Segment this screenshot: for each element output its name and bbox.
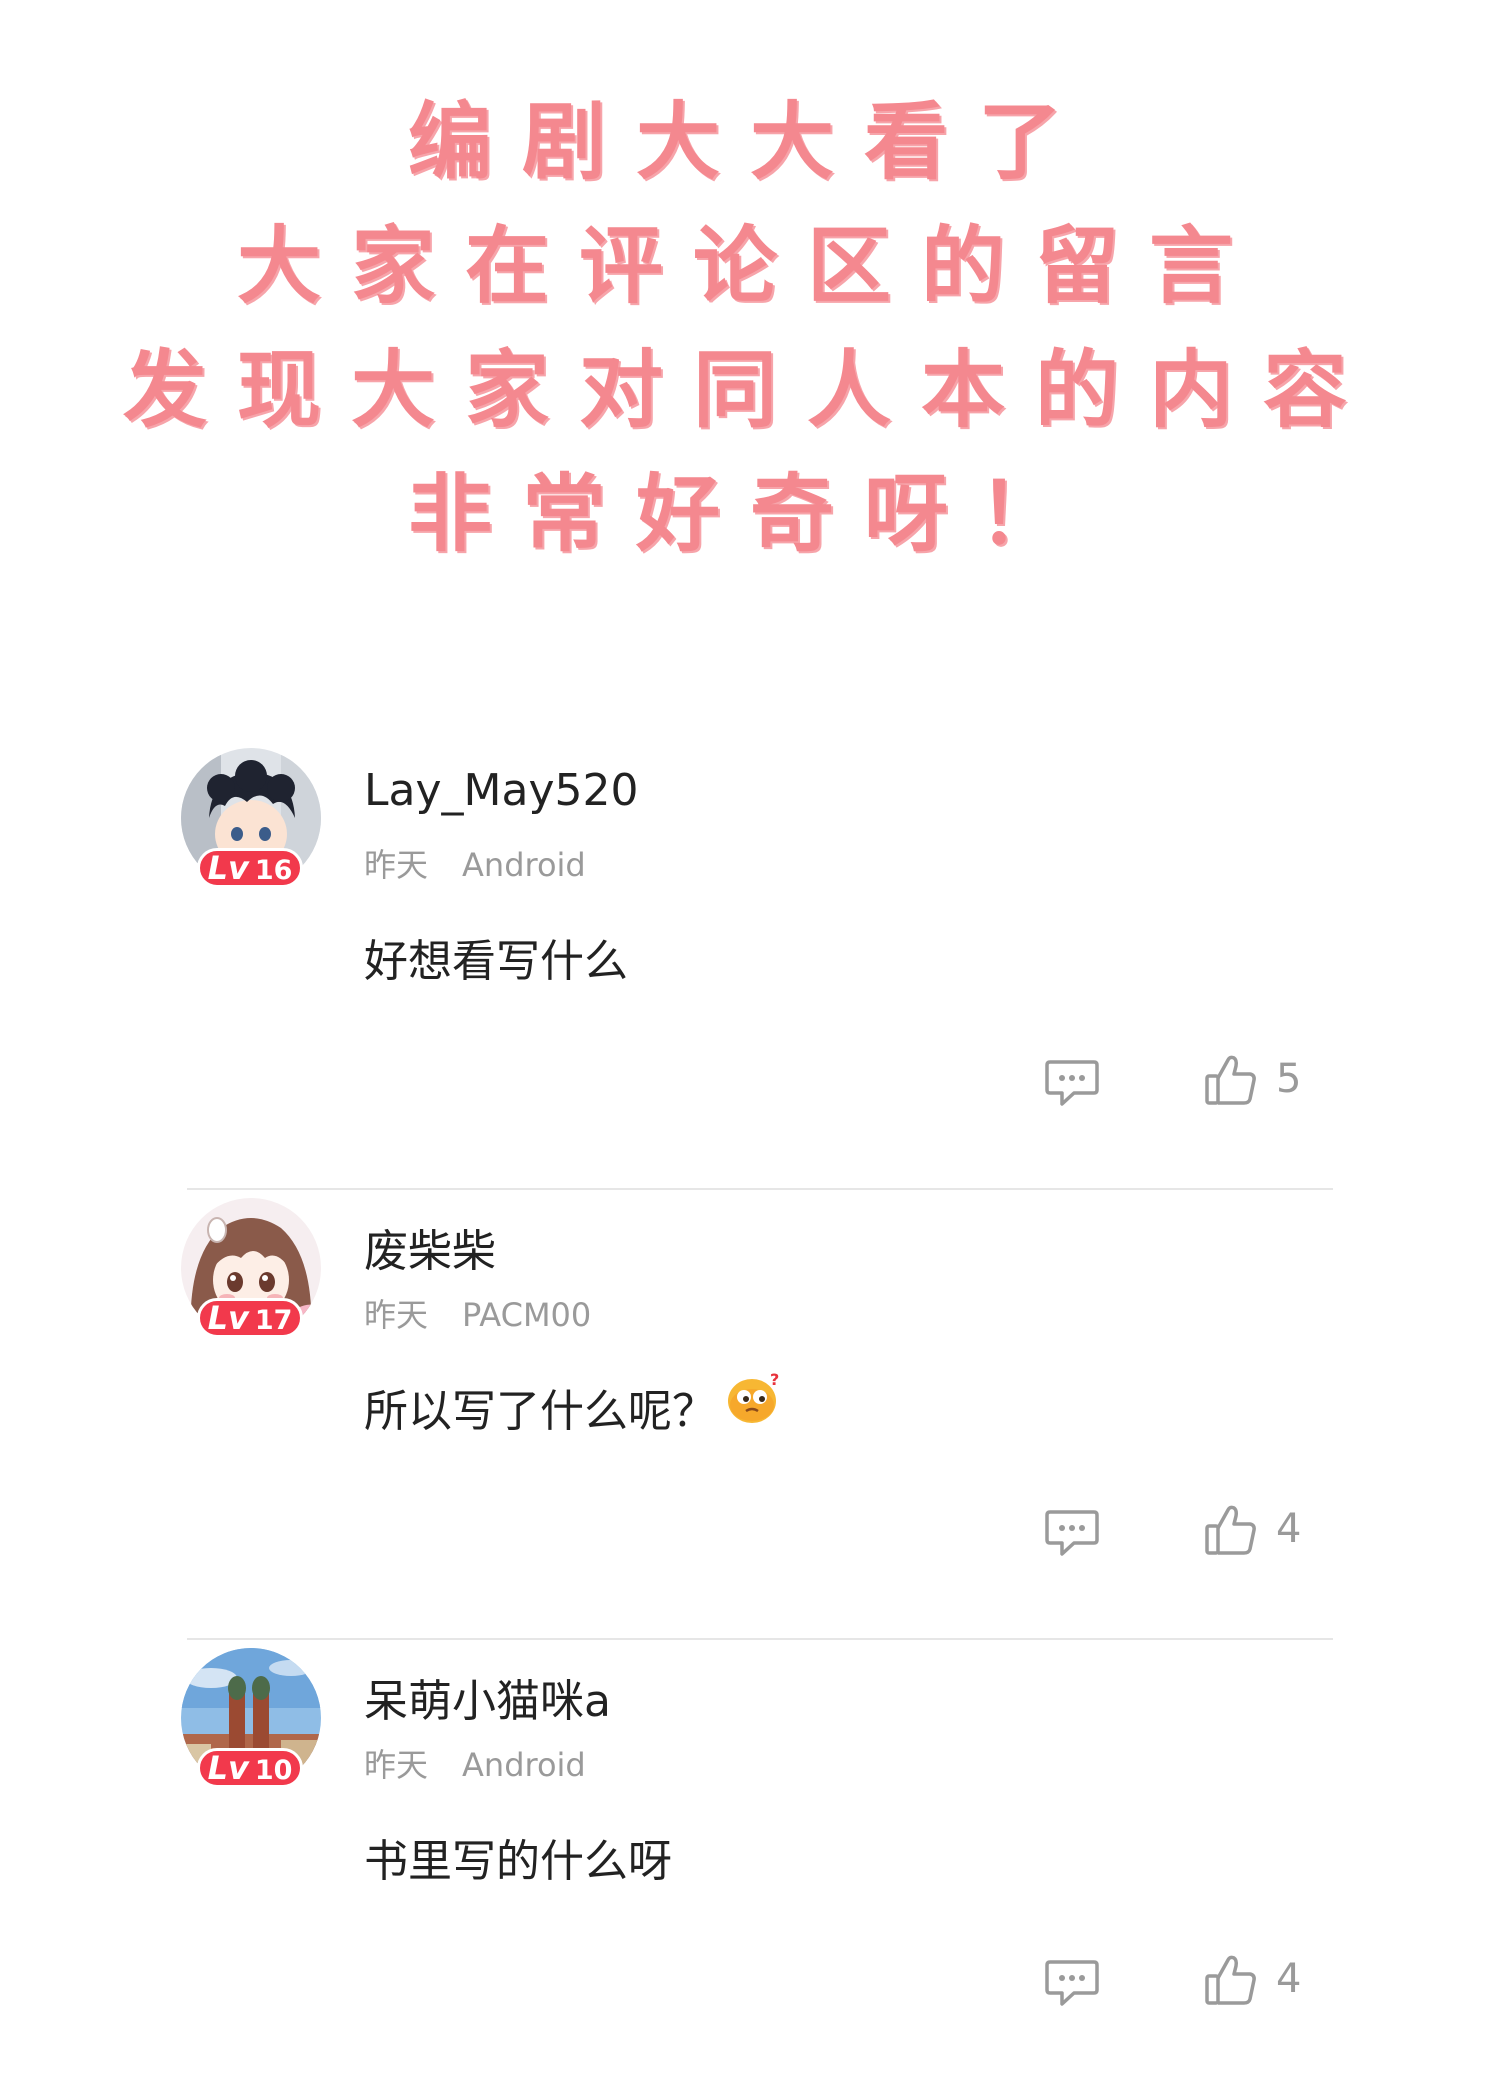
comment-text: 所以写了什么呢？ <box>364 1386 716 1437</box>
comment-device: Android <box>462 846 586 884</box>
comment-list: Lv 16 Lay_May520 昨天 Android 好想看写什么 5 Lv … <box>0 740 1500 2090</box>
comment-meta: 昨天 Android <box>364 840 586 886</box>
level-badge: Lv 17 <box>197 1298 303 1338</box>
level-number: 17 <box>254 1305 293 1336</box>
like-count: 4 <box>1276 1506 1302 1552</box>
confused-face-emoji: ? <box>726 1369 782 1436</box>
comment-item: Lv 17 废柴柴 昨天 PACM00 所以写了什么呢？ ? 4 <box>0 1190 1500 1640</box>
svg-text:?: ? <box>770 1370 779 1389</box>
banner-line-2: 大家在评论区的留言 <box>236 217 1263 315</box>
like-count: 4 <box>1276 1956 1302 2002</box>
comment-text: 好想看写什么 <box>364 936 628 987</box>
comment-device: PACM00 <box>462 1296 592 1334</box>
banner-line-1: 编剧大大看了 <box>407 93 1092 191</box>
username[interactable]: 废柴柴 <box>364 1215 496 1279</box>
comment-device: Android <box>462 1746 586 1784</box>
comment-text: 书里写的什么呀 <box>364 1836 672 1887</box>
comment-time: 昨天 <box>364 846 429 884</box>
comment-item: Lv 16 Lay_May520 昨天 Android 好想看写什么 5 <box>0 740 1500 1190</box>
level-number: 10 <box>254 1755 293 1786</box>
thumbs-up-icon[interactable] <box>1204 1054 1258 1108</box>
comment-time: 昨天 <box>364 1746 429 1784</box>
comment-bubble-icon[interactable] <box>1044 1958 1100 2008</box>
level-badge: Lv 10 <box>197 1748 303 1788</box>
username[interactable]: 呆萌小猫咪a <box>364 1665 611 1729</box>
like-count: 5 <box>1276 1056 1302 1102</box>
comment-bubble-icon[interactable] <box>1044 1058 1100 1108</box>
comment-time: 昨天 <box>364 1296 429 1334</box>
comment-item: Lv 10 呆萌小猫咪a 昨天 Android 书里写的什么呀 4 <box>0 1640 1500 2090</box>
comment-bubble-icon[interactable] <box>1044 1508 1100 1558</box>
comment-meta: 昨天 PACM00 <box>364 1290 591 1336</box>
comment-meta: 昨天 Android <box>364 1740 586 1786</box>
thumbs-up-icon[interactable] <box>1204 1504 1258 1558</box>
level-badge: Lv 16 <box>197 848 303 888</box>
level-number: 16 <box>254 855 293 886</box>
thumbs-up-icon[interactable] <box>1204 1954 1258 2008</box>
comment-text-container: 所以写了什么呢？ ? <box>364 1370 782 1439</box>
banner-heading: 编剧大大看了 大家在评论区的留言 发现大家对同人本的内容 非常好奇呀！ <box>0 80 1500 576</box>
banner-line-3: 发现大家对同人本的内容 <box>122 341 1377 439</box>
banner-line-4: 非常好奇呀！ <box>407 465 1092 563</box>
username[interactable]: Lay_May520 <box>364 765 638 816</box>
